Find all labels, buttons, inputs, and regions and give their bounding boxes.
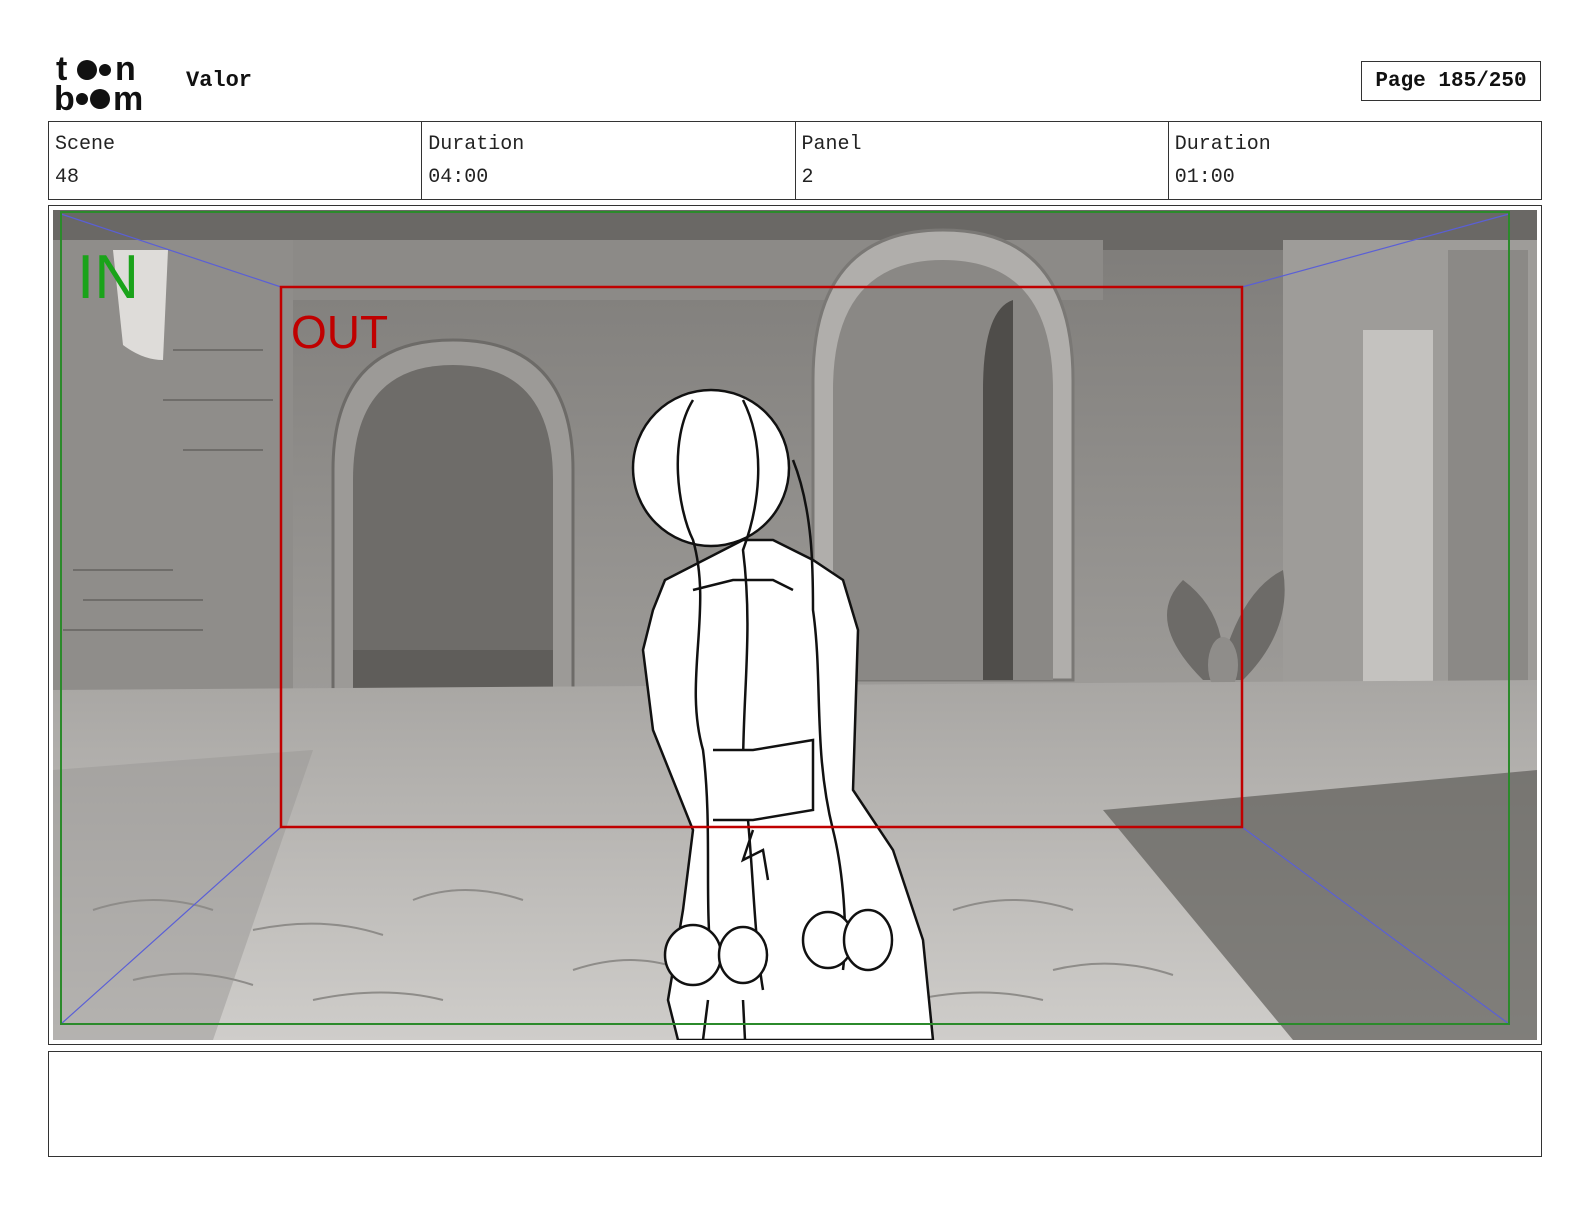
svg-text:m: m <box>113 80 143 112</box>
scene-cell: Scene 48 <box>49 122 421 199</box>
panel-duration-label: Duration <box>1174 133 1271 156</box>
panel-value: 2 <box>801 166 814 189</box>
scene-duration-value: 04:00 <box>428 166 489 189</box>
toon-boom-logo: t n b m <box>52 50 164 118</box>
svg-text:b: b <box>54 80 75 112</box>
panel-duration-value: 01:00 <box>1174 166 1235 189</box>
in-frame-label: IN <box>77 243 139 312</box>
scene-duration-cell: Duration 04:00 <box>421 122 794 199</box>
scene-label: Scene <box>55 133 116 156</box>
storyboard-panel-image: IN OUT <box>53 210 1537 1040</box>
out-frame-label: OUT <box>291 306 388 358</box>
project-title: Valor <box>186 68 253 93</box>
page-counter: Page 185/250 <box>1361 61 1541 101</box>
scene-duration-label: Duration <box>428 133 525 156</box>
panel-duration-cell: Duration 01:00 <box>1167 122 1541 199</box>
panel-cell: Panel 2 <box>794 122 1168 199</box>
panel-label: Panel <box>801 133 862 156</box>
panel-notes-box <box>48 1051 1542 1157</box>
scene-value: 48 <box>55 166 80 189</box>
scene-info-table: Scene 48 Duration 04:00 Panel 2 Duration… <box>48 121 1542 200</box>
courtyard-scene-drawing: IN OUT <box>53 210 1537 1040</box>
